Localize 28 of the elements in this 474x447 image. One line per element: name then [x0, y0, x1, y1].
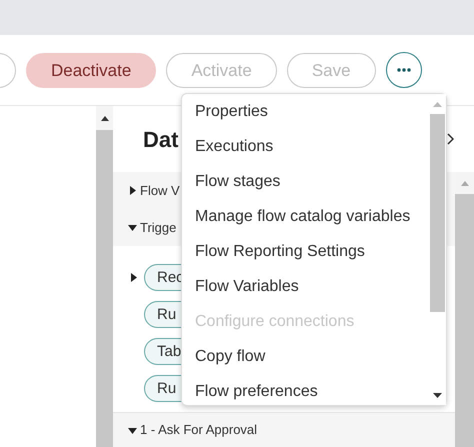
caret-down-icon[interactable] [128, 426, 137, 434]
menu-item[interactable]: Flow Reporting Settings [182, 234, 410, 269]
menu-item[interactable]: Flow Variables [182, 269, 410, 304]
caret-down-icon[interactable] [128, 223, 137, 232]
more-button[interactable] [386, 52, 422, 88]
menu-item[interactable]: Flow stages [182, 164, 410, 199]
scrollbar[interactable] [429, 94, 446, 405]
menu-item[interactable]: Properties [182, 94, 410, 129]
menu-item[interactable]: Copy flow [182, 339, 410, 374]
section-label: Trigge [140, 218, 176, 237]
scroll-up-icon[interactable] [100, 116, 108, 120]
chevron-right-icon[interactable] [447, 133, 454, 145]
deactivate-button[interactable]: Deactivate [26, 52, 156, 88]
step-row[interactable]: 1 - Ask For Approval [113, 412, 455, 447]
panel-title: Dat [143, 126, 178, 154]
caret-right-icon[interactable] [128, 186, 137, 195]
scroll-down-icon[interactable] [433, 392, 442, 398]
menu-item[interactable]: Executions [182, 129, 410, 164]
trigger-chip[interactable]: Ru [144, 301, 182, 328]
step-label: 1 - Ask For Approval [140, 421, 258, 440]
section-label: Flow V [140, 182, 180, 200]
caret-right-icon[interactable] [129, 273, 138, 282]
trigger-chip[interactable]: Tab [144, 338, 182, 365]
scroll-thumb[interactable] [430, 114, 445, 312]
menu-item[interactable]: Flow preferences [182, 374, 410, 409]
more-icon [396, 68, 411, 72]
trigger-chip[interactable]: Ru [144, 375, 182, 402]
menu-item[interactable]: Manage flow catalog variables [182, 199, 410, 234]
